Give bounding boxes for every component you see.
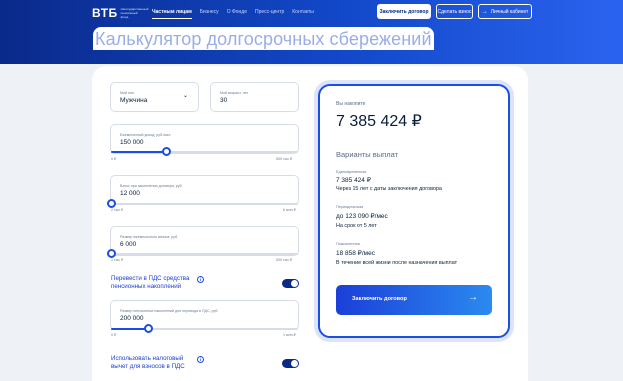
accumulate-total: 7 385 424 ₽ bbox=[336, 113, 422, 130]
income-slider[interactable] bbox=[111, 151, 298, 153]
income-field[interactable]: Ежемесячный доход, руб./мес 150 000 bbox=[110, 124, 299, 154]
income-max: 500 тыс ₽ bbox=[276, 157, 293, 161]
pension-amount-label: Размер пенсионных накоплений для перевод… bbox=[120, 309, 219, 313]
contract-button-label: Заключить договор bbox=[352, 296, 407, 302]
info-icon[interactable]: i bbox=[197, 356, 204, 363]
lump-sum-value: 7 385 424 ₽ bbox=[336, 177, 371, 184]
nav-item-contacts[interactable]: Контакты bbox=[292, 9, 314, 19]
vtb-logo[interactable]: ВТБ Негосударственный пенсионный фонд bbox=[92, 6, 149, 20]
header-contract-button[interactable]: Заключить договор bbox=[377, 4, 431, 19]
accumulate-label: Вы накопите bbox=[336, 101, 366, 107]
income-value: 150 000 bbox=[120, 139, 144, 146]
nav-item-private[interactable]: Частным лицам bbox=[152, 9, 192, 19]
monthly-contribution-max: 500 тыс ₽ bbox=[276, 258, 293, 262]
lifetime-label: Пожизненная bbox=[336, 242, 360, 246]
lump-sum-note: Через 15 лет с даты заключения договора bbox=[336, 186, 442, 192]
nav-item-press[interactable]: Пресс-центр bbox=[255, 9, 284, 19]
logo-subtitle: Негосударственный пенсионный фонд bbox=[120, 7, 149, 19]
header-cabinet-button[interactable]: → Личный кабинет bbox=[478, 4, 532, 19]
monthly-contribution-slider-handle[interactable] bbox=[107, 249, 116, 258]
tax-deduction-toggle[interactable] bbox=[282, 359, 299, 368]
periodic-label: Периодическая bbox=[336, 205, 364, 209]
pension-amount-min: 0 ₽ bbox=[111, 333, 117, 337]
main-nav: Частным лицам Бизнесу О Фонде Пресс-цент… bbox=[152, 9, 314, 19]
income-slider-fill bbox=[111, 151, 168, 153]
monthly-contribution-field[interactable]: Размер ежемесячного взноса, руб. 6 000 bbox=[110, 226, 299, 256]
arrow-right-icon: → bbox=[468, 292, 478, 303]
initial-contribution-label: Взнос при заключении договора, руб. bbox=[120, 184, 183, 188]
income-label: Ежемесячный доход, руб./мес bbox=[120, 133, 171, 137]
result-panel: Вы накопите 7 385 424 ₽ Варианты выплат … bbox=[318, 84, 510, 338]
header-deposit-button[interactable]: Сделать взнос bbox=[436, 4, 473, 19]
monthly-contribution-label: Размер ежемесячного взноса, руб. bbox=[120, 235, 179, 239]
income-min: 0 ₽ bbox=[111, 157, 117, 161]
age-label: Мой возраст, лет bbox=[220, 91, 249, 95]
age-field[interactable]: Мой возраст, лет 30 bbox=[210, 82, 299, 112]
tax-deduction-label: Использовать налоговый вычет для взносов… bbox=[111, 355, 185, 370]
periodic-value: до 123 090 ₽/мес bbox=[336, 213, 388, 220]
gender-select[interactable]: Мой пол Мужчина ⌄ bbox=[110, 82, 199, 112]
lump-sum-label: Единовременная bbox=[336, 170, 367, 174]
gender-label: Мой пол bbox=[120, 91, 135, 95]
age-value: 30 bbox=[220, 97, 228, 104]
initial-contribution-min: 2 тыс ₽ bbox=[111, 208, 124, 212]
pension-transfer-toggle[interactable] bbox=[282, 279, 299, 288]
monthly-contribution-value: 6 000 bbox=[120, 241, 137, 248]
initial-contribution-value: 12 000 bbox=[120, 190, 140, 197]
nav-item-about[interactable]: О Фонде bbox=[227, 9, 247, 19]
logo-mark: ВТБ bbox=[92, 6, 118, 20]
lifetime-note: В течение всей жизни после назначения вы… bbox=[336, 260, 458, 266]
pension-amount-slider[interactable] bbox=[111, 328, 298, 330]
periodic-note: На срок от 5 лет bbox=[336, 223, 377, 229]
initial-contribution-field[interactable]: Взнос при заключении договора, руб. 12 0… bbox=[110, 175, 299, 205]
lifetime-value: 18 858 ₽/мес bbox=[336, 250, 375, 257]
pension-amount-slider-handle[interactable] bbox=[144, 324, 153, 333]
initial-contribution-slider[interactable] bbox=[111, 203, 298, 205]
income-slider-handle[interactable] bbox=[162, 147, 171, 156]
monthly-contribution-min: 1 тыс ₽ bbox=[111, 258, 124, 262]
gender-value: Мужчина bbox=[120, 97, 148, 104]
cabinet-label: Личный кабинет bbox=[490, 8, 529, 15]
monthly-contribution-slider[interactable] bbox=[111, 253, 298, 255]
pension-amount-max: 1 млн ₽ bbox=[283, 333, 296, 337]
initial-contribution-max: 6 млн ₽ bbox=[283, 208, 296, 212]
chevron-down-icon: ⌄ bbox=[182, 93, 188, 99]
pension-amount-value: 200 000 bbox=[120, 315, 144, 322]
initial-contribution-slider-handle[interactable] bbox=[107, 199, 116, 208]
info-icon[interactable]: i bbox=[197, 276, 204, 283]
contract-button[interactable]: Заключить договор → bbox=[336, 285, 492, 315]
nav-item-business[interactable]: Бизнесу bbox=[200, 9, 219, 19]
payout-variants-heading: Варианты выплат bbox=[336, 150, 399, 159]
page-title: Калькулятор долгосрочных сбережений bbox=[93, 27, 434, 50]
pension-amount-field[interactable]: Размер пенсионных накоплений для перевод… bbox=[110, 300, 299, 330]
login-icon: → bbox=[481, 8, 488, 15]
pension-transfer-label: Перевести в ПДС средства пенсионных нако… bbox=[111, 275, 190, 290]
